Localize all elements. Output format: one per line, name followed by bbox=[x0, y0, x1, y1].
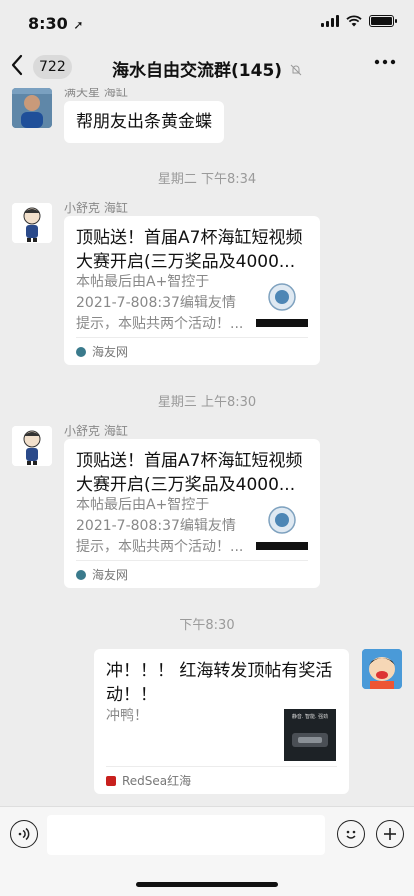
link-card[interactable]: 冲！！！ 红海转发顶帖有奖活动！！ 冲鸭！ 静音. 智能. 强劲 RedSea红… bbox=[94, 649, 349, 794]
voice-icon bbox=[18, 827, 30, 841]
card-title: 冲！！！ 红海转发顶帖有奖活动！！ bbox=[106, 661, 333, 705]
avatar[interactable] bbox=[12, 426, 52, 466]
cellular-signal-icon bbox=[321, 15, 339, 27]
timestamp: 下午8:30 bbox=[179, 618, 235, 633]
card-description: 冲鸭！ bbox=[106, 708, 148, 724]
link-card[interactable]: 顶贴送！首届A7杯海缸短视频大赛开启(三万奖品及4000... 本帖最后由A+智… bbox=[64, 216, 320, 365]
link-card[interactable]: 顶贴送！首届A7杯海缸短视频大赛开启(三万奖品及4000... 本帖最后由A+智… bbox=[64, 439, 320, 588]
card-title: 顶贴送！首届A7杯海缸短视频大赛开启(三万奖品及4000... bbox=[76, 228, 303, 272]
my-avatar[interactable] bbox=[362, 649, 402, 689]
voice-button[interactable] bbox=[10, 820, 38, 848]
card-title: 顶贴送！首届A7杯海缸短视频大赛开启(三万奖品及4000... bbox=[76, 451, 303, 495]
mute-bell-icon bbox=[290, 64, 302, 79]
chat-header: 722 海水自由交流群(145) bbox=[0, 46, 414, 88]
source-name: 海友网 bbox=[92, 568, 129, 582]
chat-title: 海水自由交流群(145) bbox=[0, 56, 414, 81]
redsea-logo-icon bbox=[106, 775, 116, 786]
sender-name: 小舒克 海缸 bbox=[64, 201, 128, 215]
status-time: 8:30 ➚ bbox=[28, 14, 84, 33]
card-source: RedSea红海 bbox=[106, 766, 337, 794]
haiyou-logo-icon bbox=[76, 346, 86, 357]
thumbnail-caption: 静音. 智能. 强劲 bbox=[291, 714, 329, 720]
sender-name: 小舒克 海缸 bbox=[64, 424, 128, 438]
card-thumbnail bbox=[256, 275, 308, 327]
smiley-icon bbox=[346, 830, 356, 839]
message-bubble[interactable]: 帮朋友出条黄金蝶 bbox=[64, 101, 224, 143]
avatar[interactable] bbox=[12, 203, 52, 243]
home-indicator[interactable] bbox=[136, 882, 278, 887]
card-thumbnail: 静音. 智能. 强劲 bbox=[284, 709, 336, 761]
card-description: 本帖最后由A+智控于2021-7-808:37编辑友情提示，本贴共两个活动！..… bbox=[76, 497, 244, 555]
wifi-icon bbox=[346, 15, 362, 27]
status-icons bbox=[321, 15, 397, 27]
message-input[interactable] bbox=[47, 815, 325, 855]
card-source: 海友网 bbox=[76, 337, 308, 365]
plus-icon bbox=[384, 828, 396, 840]
source-name: 海友网 bbox=[92, 345, 129, 359]
status-bar: 8:30 ➚ bbox=[0, 0, 414, 46]
avatar[interactable] bbox=[12, 88, 52, 128]
more-options-button[interactable] bbox=[374, 52, 396, 77]
timestamp: 星期二 下午8:34 bbox=[157, 172, 257, 187]
haiyou-logo-icon bbox=[76, 569, 86, 580]
sender-name: 满天星 海缸 bbox=[64, 88, 128, 99]
message-list[interactable]: 满天星 海缸 帮朋友出条黄金蝶 星期二 下午8:34 小舒克 海缸 顶贴送！首届… bbox=[0, 88, 414, 806]
card-description: 本帖最后由A+智控于2021-7-808:37编辑友情提示，本贴共两个活动！..… bbox=[76, 274, 244, 332]
emoji-button[interactable] bbox=[337, 820, 365, 848]
more-actions-button[interactable] bbox=[376, 820, 404, 848]
more-dots-icon bbox=[374, 59, 396, 65]
source-name: RedSea红海 bbox=[122, 774, 192, 788]
card-source: 海友网 bbox=[76, 560, 308, 588]
timestamp: 星期三 上午8:30 bbox=[157, 395, 257, 410]
card-thumbnail bbox=[256, 498, 308, 550]
battery-icon bbox=[369, 15, 397, 27]
